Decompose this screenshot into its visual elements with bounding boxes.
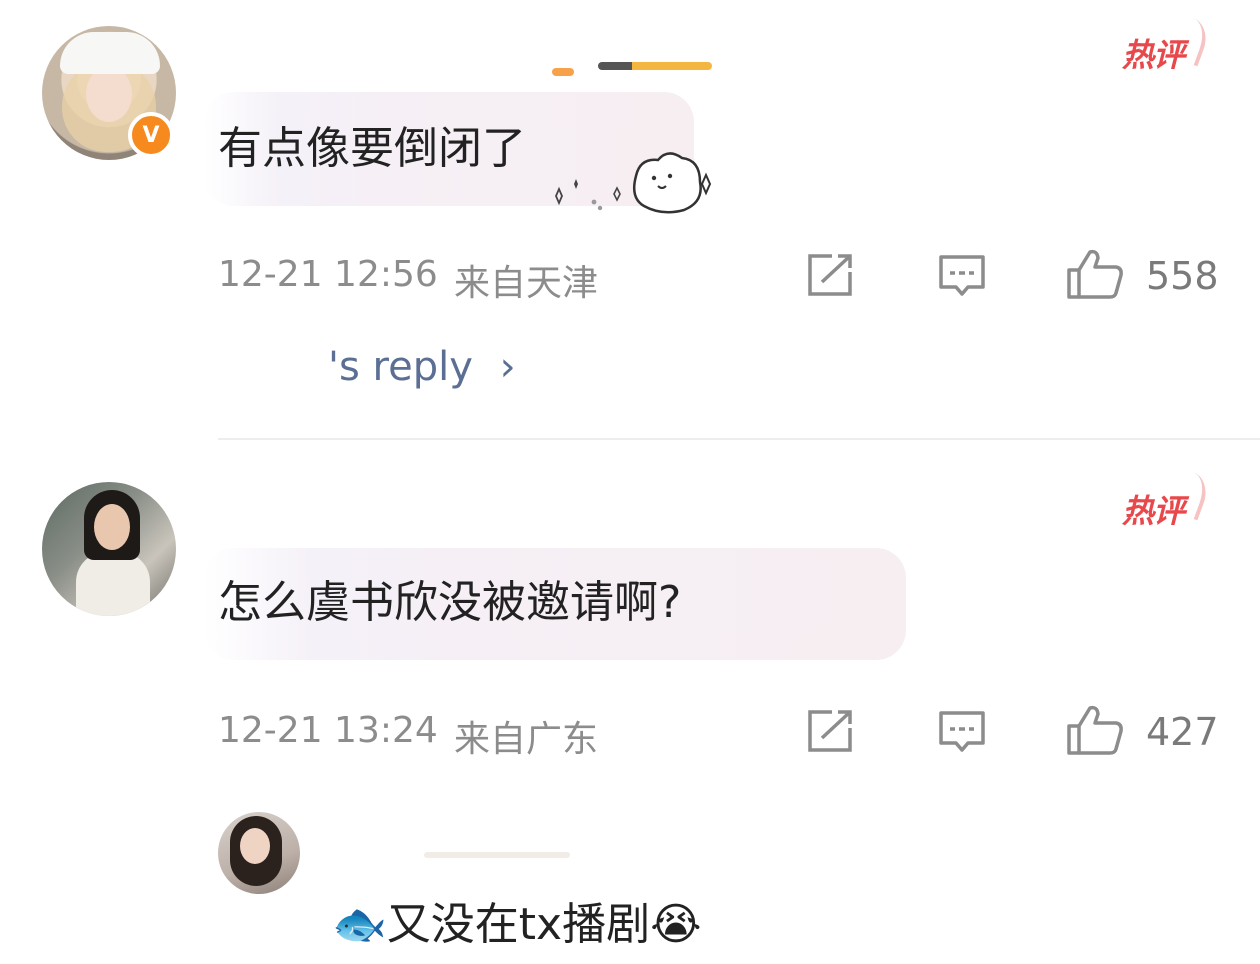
comment-divider (218, 438, 1260, 440)
username-blurred[interactable] (552, 68, 574, 76)
chevron-right-icon: › (499, 344, 516, 390)
hot-comment-tag: 热评 (1122, 36, 1185, 74)
comment-icon[interactable] (938, 710, 986, 754)
avatar-face-shape (86, 66, 132, 122)
comment-time: 12-21 13:24 (218, 710, 438, 751)
username-blurred-2 (598, 62, 712, 70)
view-replies-link[interactable]: 's reply › (328, 344, 516, 390)
comment-text: 有点像要倒闭了 (218, 123, 526, 174)
like-count: 558 (1146, 254, 1219, 298)
comment-time: 12-21 12:56 (218, 254, 438, 295)
comment-location: 来自广东 (454, 719, 599, 760)
sub-reply-username-blurred[interactable] (424, 852, 570, 858)
avatar-face-shape (94, 504, 130, 550)
share-icon[interactable] (806, 254, 854, 296)
reply-link-text: 's reply (328, 344, 473, 390)
avatar-body-shape (76, 552, 150, 616)
hot-comment-tag: 热评 (1122, 492, 1185, 530)
share-icon[interactable] (806, 710, 854, 752)
avatar[interactable] (42, 482, 176, 616)
verified-badge: V (128, 112, 174, 158)
bear-sticker-icon (555, 152, 712, 214)
comment-icon[interactable] (938, 254, 986, 298)
avatar-hat-shape (60, 32, 160, 74)
sub-reply-text: 🐟又没在tx播剧😭 (332, 899, 702, 950)
like-count: 427 (1146, 710, 1219, 754)
sub-reply-avatar[interactable] (218, 812, 300, 894)
comment-location: 来自天津 (454, 263, 599, 304)
thumbs-up-icon[interactable] (1066, 248, 1124, 300)
comment-text: 怎么虞书欣没被邀请啊? (218, 577, 682, 628)
avatar-face-shape (240, 828, 270, 864)
thumbs-up-icon[interactable] (1066, 704, 1124, 756)
